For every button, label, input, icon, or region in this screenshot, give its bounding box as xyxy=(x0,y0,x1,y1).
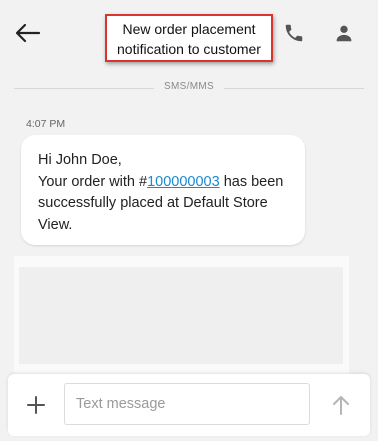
channel-divider: SMS/MMS xyxy=(0,81,378,92)
order-number-link[interactable]: 100000003 xyxy=(147,174,220,190)
person-icon xyxy=(336,25,352,42)
annotation-line-2: notification to customer xyxy=(117,41,261,57)
placeholder-content xyxy=(19,267,343,364)
send-arrow-up-icon xyxy=(333,396,349,415)
back-button[interactable] xyxy=(12,19,44,47)
send-button[interactable] xyxy=(329,393,353,417)
message-text-prefix: Your order with # xyxy=(38,173,148,190)
arrow-left-icon xyxy=(15,23,41,43)
top-bar: New order placement notification to cust… xyxy=(0,0,378,68)
plus-icon xyxy=(27,396,45,414)
annotation-line-1: New order placement xyxy=(122,21,256,37)
annotation-callout: New order placement notification to cust… xyxy=(105,14,273,62)
text-message-input[interactable] xyxy=(64,383,310,425)
contact-button[interactable] xyxy=(333,22,355,44)
message-timestamp: 4:07 PM xyxy=(26,118,66,130)
phone-icon xyxy=(285,24,303,42)
message-placeholder-card xyxy=(14,256,349,374)
message-bubble: Hi John Doe, Your order with #100000003 … xyxy=(21,135,305,245)
message-greeting: Hi John Doe, xyxy=(38,152,122,168)
call-button[interactable] xyxy=(283,22,305,44)
add-attachment-button[interactable] xyxy=(24,393,48,417)
channel-label: SMS/MMS xyxy=(158,81,220,92)
message-composer xyxy=(8,374,370,436)
